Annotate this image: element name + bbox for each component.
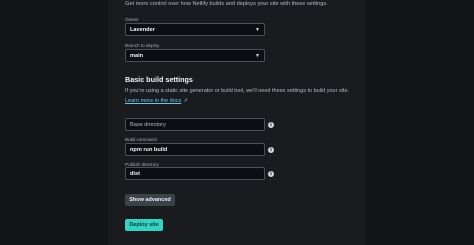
intro-text: Get more control over how Netlify builds… (125, 1, 328, 7)
learn-more-docs-link[interactable]: Learn more in the docs ↗ (125, 98, 188, 104)
branch-value: main (130, 52, 144, 59)
owner-select[interactable]: Lavender ▼ (125, 23, 265, 36)
left-background (0, 0, 108, 245)
right-background (366, 0, 474, 245)
chevron-down-icon: ▼ (255, 26, 260, 33)
owner-value: Lavender (130, 26, 155, 33)
external-link-icon: ↗ (183, 98, 188, 104)
build-command-input[interactable]: npm run build (125, 143, 265, 156)
info-icon[interactable]: i (268, 171, 274, 177)
owner-label: Owner (125, 17, 139, 22)
deploy-site-button[interactable]: Deploy site (125, 219, 163, 231)
info-icon[interactable]: i (268, 147, 274, 153)
branch-select[interactable]: main ▼ (125, 49, 265, 62)
chevron-down-icon: ▼ (255, 52, 260, 59)
base-directory-input[interactable]: Base directory (125, 118, 265, 131)
build-command-value: npm run build (130, 146, 168, 153)
info-icon[interactable]: i (268, 122, 274, 128)
show-advanced-button[interactable]: Show advanced (125, 194, 175, 206)
basic-build-settings-description: If you're using a static site generator … (125, 88, 350, 94)
branch-label: Branch to deploy (125, 43, 160, 48)
learn-more-label: Learn more in the docs (125, 98, 182, 104)
publish-directory-input[interactable]: dist (125, 167, 265, 180)
build-command-label: Build command (125, 137, 157, 142)
basic-build-settings-title: Basic build settings (125, 75, 193, 84)
base-directory-placeholder: Base directory (130, 121, 166, 128)
publish-directory-value: dist (130, 170, 140, 177)
